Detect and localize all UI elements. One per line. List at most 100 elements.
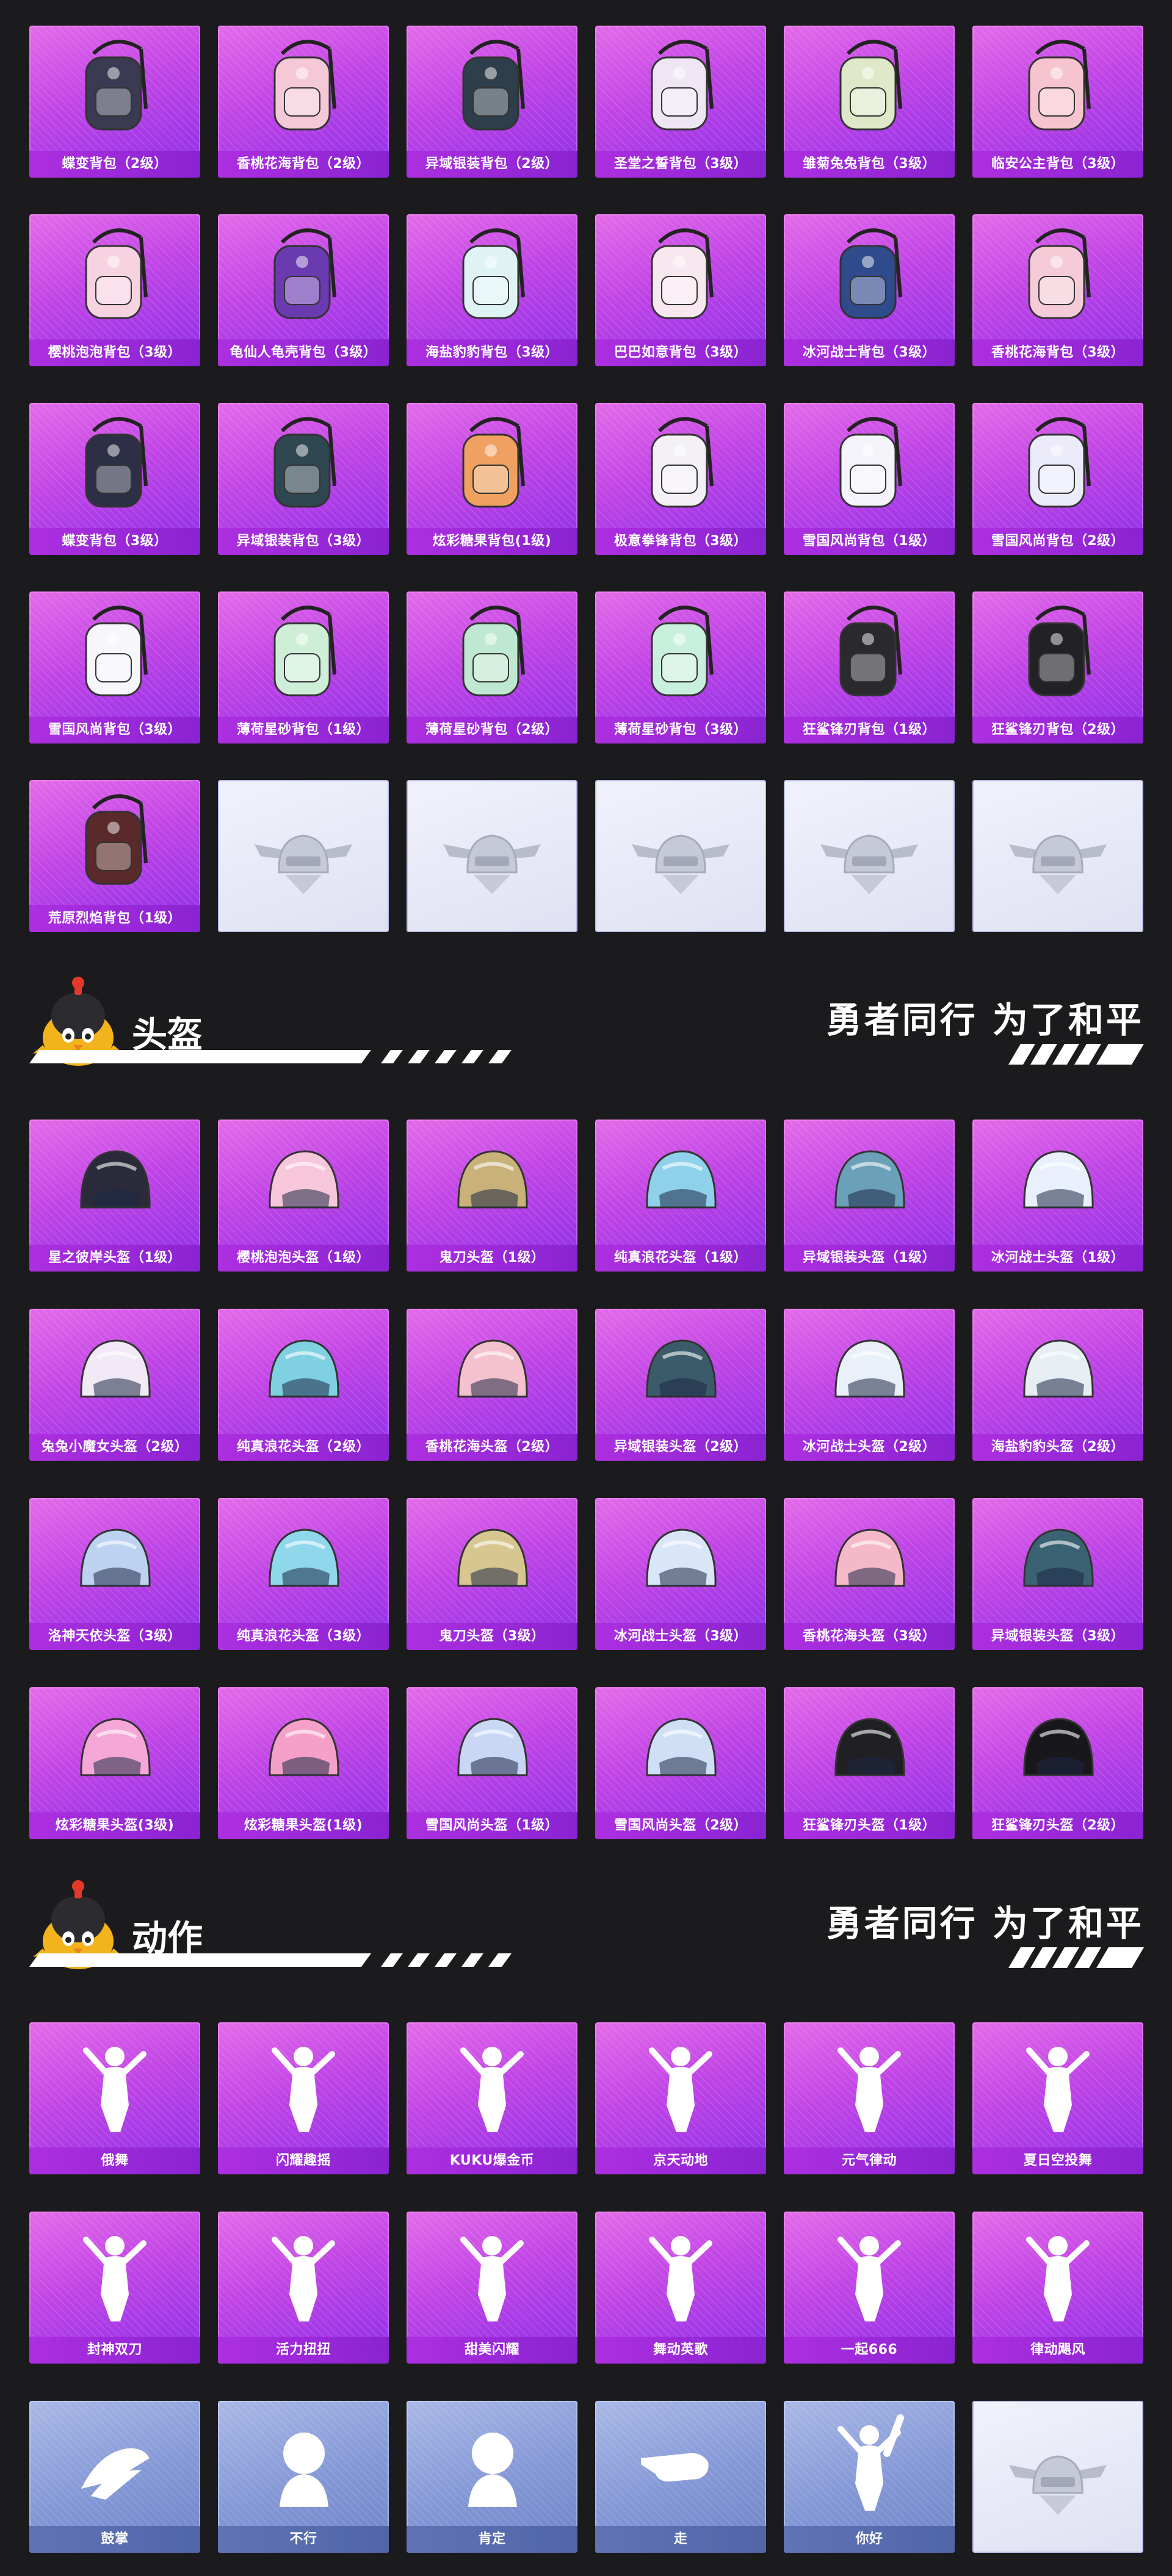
helmet-card[interactable]: 兔兔小魔女头盔（2级） — [29, 1309, 200, 1461]
item-label: 纯真浪花头盔（2级） — [218, 1434, 389, 1461]
helmet-icon — [457, 1339, 528, 1398]
item-label: 冰河战士头盔（1级） — [972, 1245, 1143, 1272]
action-card[interactable]: 不行 — [218, 2401, 389, 2553]
item-label: KUKU爆金币 — [407, 2147, 577, 2174]
action-card[interactable]: 鼓掌 — [29, 2401, 200, 2553]
helmet-card[interactable]: 鬼刀头盔（3级） — [407, 1498, 577, 1650]
helmet-card[interactable]: 炫彩糖果头盔(1级) — [218, 1687, 389, 1839]
backpack-card[interactable]: 圣堂之誓背包（3级） — [595, 26, 766, 178]
backpack-icon — [85, 40, 148, 131]
action-card[interactable]: KUKU爆金币 — [407, 2022, 577, 2174]
helmet-card[interactable]: 海盐豹豹头盔（2级） — [972, 1309, 1143, 1461]
helmet-card[interactable]: 冰河战士头盔（2级） — [784, 1309, 955, 1461]
action-card[interactable]: 律动飓风 — [972, 2212, 1143, 2364]
backpack-card[interactable]: 龟仙人龟壳背包（3级） — [218, 214, 389, 366]
backpack-card[interactable]: 雪国风尚背包（3级） — [29, 592, 200, 743]
clap-hands-icon — [81, 2448, 150, 2500]
action-card[interactable]: 走 — [595, 2401, 766, 2553]
item-label: 狂鲨锋刃背包（1级） — [784, 717, 955, 743]
action-card[interactable]: 元气律动 — [784, 2022, 955, 2174]
action-card[interactable]: 你好 — [784, 2401, 955, 2553]
helmet-icon — [646, 1150, 717, 1209]
helmet-wings-emblem-icon — [255, 834, 352, 894]
backpack-card[interactable]: 狂鲨锋刃背包（1级） — [784, 592, 955, 743]
backpack-card[interactable]: 狂鲨锋刃背包（2级） — [972, 592, 1143, 743]
item-label: 不行 — [218, 2526, 389, 2553]
dance-pose-icon — [83, 2236, 146, 2321]
helmet-card[interactable]: 狂鲨锋刃头盔（2级） — [972, 1687, 1143, 1839]
item-label: 鬼刀头盔（1级） — [407, 1245, 577, 1272]
backpack-card[interactable]: 冰河战士背包（3级） — [784, 214, 955, 366]
helmet-card[interactable]: 雪国风尚头盔（1级） — [407, 1687, 577, 1839]
backpack-card[interactable]: 薄荷星砂背包（3级） — [595, 592, 766, 743]
item-label: 京天动地 — [595, 2147, 766, 2174]
action-card[interactable]: 甜美闪耀 — [407, 2212, 577, 2364]
helmet-card[interactable]: 纯真浪花头盔（2级） — [218, 1309, 389, 1461]
backpack-card[interactable]: 薄荷星砂背包（1级） — [218, 592, 389, 743]
backpack-card[interactable]: 巴巴如意背包（3级） — [595, 214, 766, 366]
helmet-icon — [834, 1339, 905, 1398]
backpack-card[interactable]: 雏菊兔兔背包（3级） — [784, 26, 955, 178]
helmet-card[interactable]: 香桃花海头盔（3级） — [784, 1498, 955, 1650]
backpack-card[interactable]: 蝶变背包（3级） — [29, 403, 200, 555]
backpack-card[interactable]: 异域银装背包（3级） — [218, 403, 389, 555]
helmet-card[interactable]: 炫彩糖果头盔(3级) — [29, 1687, 200, 1839]
helmet-card[interactable]: 异域银装头盔（3级） — [972, 1498, 1143, 1650]
backpack-card[interactable]: 炫彩糖果背包(1级) — [407, 403, 577, 555]
helmet-card[interactable]: 狂鲨锋刃头盔（1级） — [784, 1687, 955, 1839]
item-label: 薄荷星砂背包（3级） — [595, 717, 766, 743]
helmet-card[interactable]: 冰河战士头盔（1级） — [972, 1120, 1143, 1272]
backpack-card[interactable]: 雪国风尚背包（2级） — [972, 403, 1143, 555]
backpack-card[interactable]: 异域银装背包（2级） — [407, 26, 577, 178]
backpack-card[interactable]: 荒原烈焰背包（1级） — [29, 780, 200, 932]
helmet-icon — [646, 1718, 717, 1776]
helmet-card[interactable]: 纯真浪花头盔（1级） — [595, 1120, 766, 1272]
helmet-card[interactable]: 星之彼岸头盔（1级） — [29, 1120, 200, 1272]
helmet-card[interactable]: 洛神天依头盔（3级） — [29, 1498, 200, 1650]
action-card[interactable]: 夏日空投舞 — [972, 2022, 1143, 2174]
action-card[interactable]: 舞动英歌 — [595, 2212, 766, 2364]
backpack-card[interactable]: 雪国风尚背包（1级） — [784, 403, 955, 555]
dance-pose-icon — [83, 2047, 146, 2132]
item-label: 异域银装背包（3级） — [218, 528, 389, 555]
backpack-card[interactable]: 极意拳锋背包（3级） — [595, 403, 766, 555]
action-card[interactable]: 闪耀趣摇 — [218, 2022, 389, 2174]
item-label: 闪耀趣摇 — [218, 2147, 389, 2174]
action-card[interactable]: 肯定 — [407, 2401, 577, 2553]
backpack-card[interactable]: 樱桃泡泡背包（3级） — [29, 214, 200, 366]
backpack-card[interactable]: 海盐豹豹背包（3级） — [407, 214, 577, 366]
backpack-card[interactable]: 香桃花海背包（3级） — [972, 214, 1143, 366]
helmet-card[interactable]: 樱桃泡泡头盔（1级） — [218, 1120, 389, 1272]
empty-slot — [972, 780, 1143, 932]
helmet-card[interactable]: 纯真浪花头盔（3级） — [218, 1498, 389, 1650]
backpack-card[interactable]: 临安公主背包（3级） — [972, 26, 1143, 178]
item-label: 一起666 — [784, 2337, 955, 2364]
item-label: 巴巴如意背包（3级） — [595, 339, 766, 366]
item-label: 炫彩糖果头盔(1级) — [218, 1812, 389, 1839]
item-label: 雪国风尚背包（2级） — [972, 528, 1143, 555]
helmet-icon — [269, 1339, 339, 1398]
item-label: 冰河战士背包（3级） — [784, 339, 955, 366]
helmet-card[interactable]: 香桃花海头盔（2级） — [407, 1309, 577, 1461]
helmet-card[interactable]: 鬼刀头盔（1级） — [407, 1120, 577, 1272]
backpack-card[interactable]: 香桃花海背包（2级） — [218, 26, 389, 178]
helmet-card[interactable]: 冰河战士头盔（3级） — [595, 1498, 766, 1650]
backpack-icon — [651, 417, 714, 508]
helmet-card[interactable]: 雪国风尚头盔（2级） — [595, 1687, 766, 1839]
slogan-stripes — [1008, 1044, 1144, 1065]
action-card[interactable]: 一起666 — [784, 2212, 955, 2364]
action-card[interactable]: 封神双刀 — [29, 2212, 200, 2364]
item-label: 香桃花海背包（3级） — [972, 339, 1143, 366]
empty-slot — [784, 780, 955, 932]
helmet-card[interactable]: 异域银装头盔（1级） — [784, 1120, 955, 1272]
item-label: 海盐豹豹头盔（2级） — [972, 1434, 1143, 1461]
action-card[interactable]: 活力扭扭 — [218, 2212, 389, 2364]
item-label: 雪国风尚背包（3级） — [29, 717, 200, 743]
backpack-card[interactable]: 蝶变背包（2级） — [29, 26, 200, 178]
helmet-card[interactable]: 异域银装头盔（2级） — [595, 1309, 766, 1461]
item-label: 樱桃泡泡头盔（1级） — [218, 1245, 389, 1272]
action-card[interactable]: 俄舞 — [29, 2022, 200, 2174]
action-card[interactable]: 京天动地 — [595, 2022, 766, 2174]
backpack-card[interactable]: 薄荷星砂背包（2级） — [407, 592, 577, 743]
helmet-icon — [1023, 1529, 1094, 1587]
